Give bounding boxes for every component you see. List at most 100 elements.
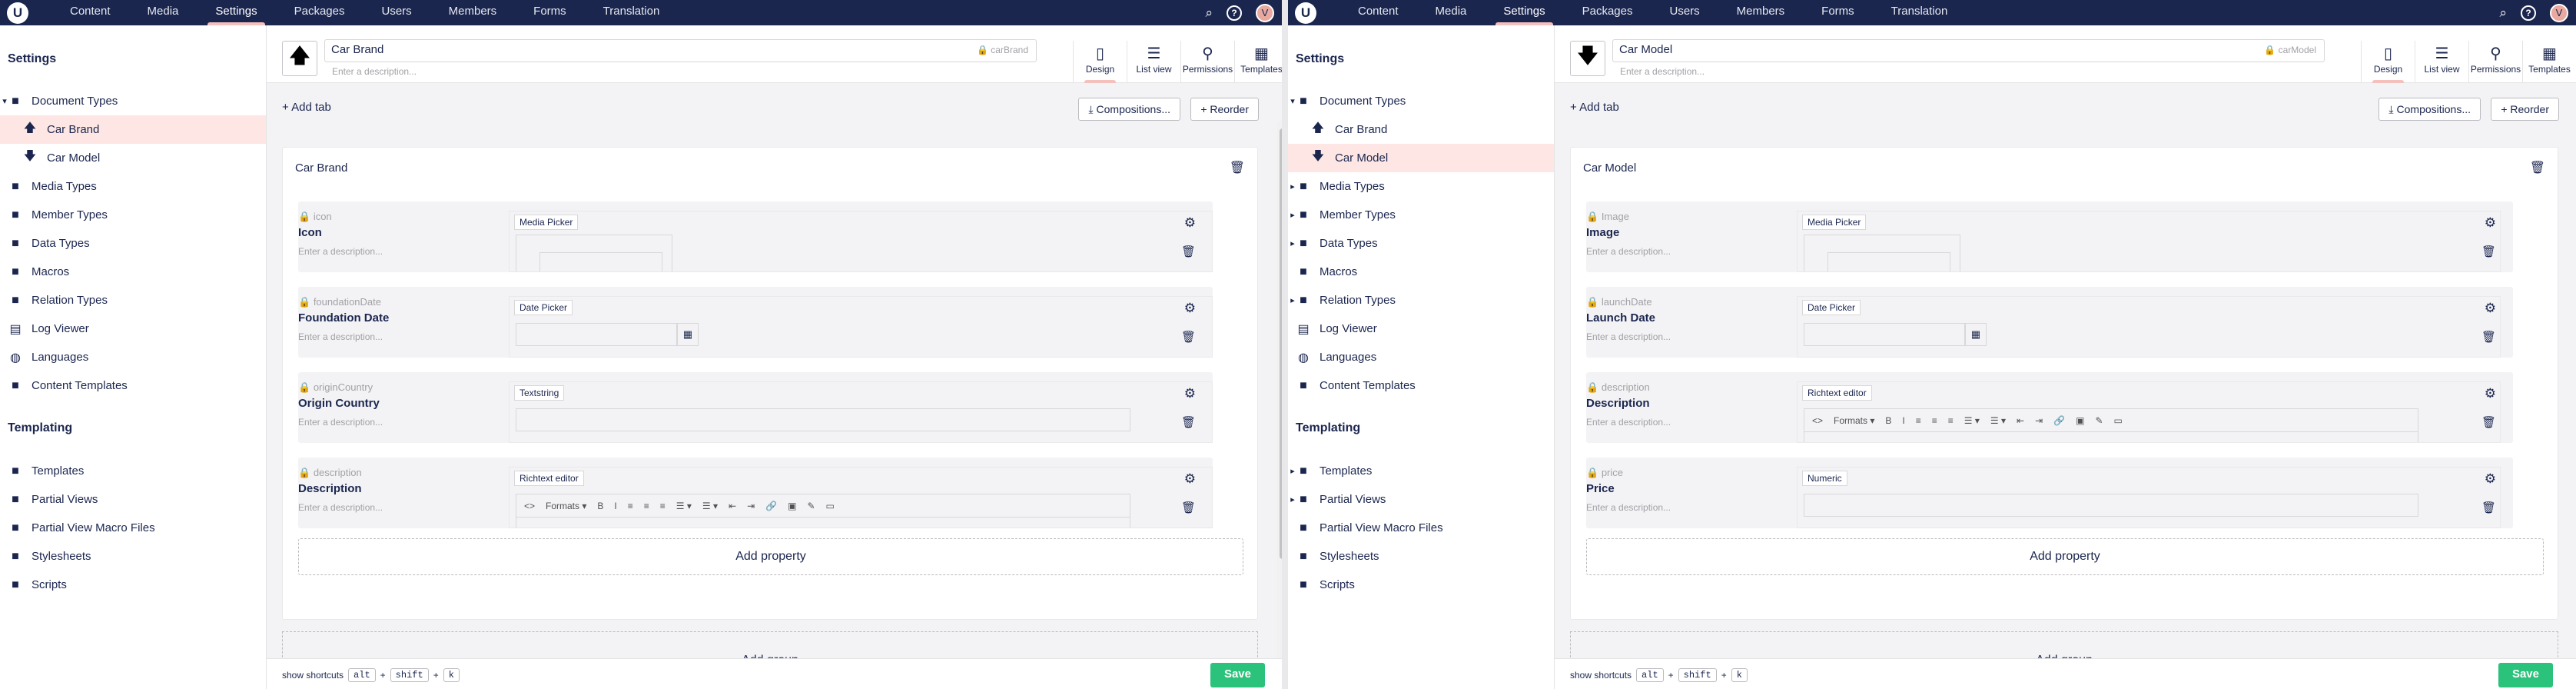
lock-icon[interactable]: 🔒 <box>977 45 988 55</box>
nav-content[interactable]: Content <box>1339 0 1417 25</box>
doc-type-icon-picker[interactable]: 🡅 <box>282 41 317 76</box>
tree-partial-views[interactable]: ▸ ■ Partial Views <box>1288 485 1554 514</box>
nav-translation[interactable]: Translation <box>1873 0 1967 25</box>
add-tab-button[interactable]: + Add tab <box>282 101 331 114</box>
nav-members[interactable]: Members <box>1718 0 1804 25</box>
group-name-input[interactable]: Car Model <box>1583 161 1636 175</box>
tree-media-types[interactable]: ■ Media Types <box>0 172 266 201</box>
lock-icon[interactable]: 🔒 <box>298 381 310 393</box>
trash-icon[interactable]: 🗑 <box>1181 415 1196 429</box>
tree-stylesheets[interactable]: ■ Stylesheets <box>0 542 266 571</box>
scrollbar-thumb[interactable] <box>1280 128 1282 559</box>
property-editor-preview[interactable]: Richtext editor <> Formats ▾ B I ≡ ≡ ≡ ☰… <box>509 467 1213 528</box>
compositions-button[interactable]: ⤓ Compositions... <box>1078 98 1180 121</box>
help-icon[interactable]: ? <box>1227 5 1242 21</box>
nav-packages[interactable]: Packages <box>1564 0 1651 25</box>
lock-icon[interactable]: 🔒 <box>2264 45 2276 55</box>
gear-icon[interactable]: ⚙ <box>1184 471 1196 487</box>
trash-icon[interactable]: 🗑 <box>1181 501 1196 514</box>
help-icon[interactable]: ? <box>2521 5 2536 21</box>
tree-media-types[interactable]: ▸ ■ Media Types <box>1288 172 1554 201</box>
tree-macros[interactable]: ■ Macros <box>1288 258 1554 286</box>
property-editor-preview[interactable]: Media Picker <box>1797 211 2501 272</box>
add-tab-button[interactable]: + Add tab <box>1570 101 1619 114</box>
tree-relation-types[interactable]: ▸ ■ Relation Types <box>1288 286 1554 315</box>
tree-car-model[interactable]: 🡇 Car Model <box>0 144 266 172</box>
property-editor-preview[interactable]: Date Picker ▦ <box>509 296 1213 358</box>
app-list-view[interactable]: ☰ List view <box>1127 41 1180 83</box>
nav-content[interactable]: Content <box>51 0 129 25</box>
property-editor-preview[interactable]: Textstring <box>509 381 1213 443</box>
nav-media[interactable]: Media <box>129 0 198 25</box>
tree-partial-view-macro-files[interactable]: ■ Partial View Macro Files <box>0 514 266 542</box>
tree-car-model[interactable]: 🡇 Car Model <box>1288 144 1554 172</box>
app-permissions[interactable]: ⚲ Permissions <box>2468 41 2522 83</box>
tree-content-templates[interactable]: ■ Content Templates <box>1288 371 1554 400</box>
nav-settings[interactable]: Settings <box>1485 0 1563 25</box>
tree-stylesheets[interactable]: ■ Stylesheets <box>1288 542 1554 571</box>
gear-icon[interactable]: ⚙ <box>2485 386 2496 401</box>
nav-users[interactable]: Users <box>1651 0 1718 25</box>
tree-data-types[interactable]: ■ Data Types <box>0 229 266 258</box>
tree-log-viewer[interactable]: ▤ Log Viewer <box>1288 315 1554 343</box>
tree-car-brand[interactable]: 🡅 Car Brand <box>1288 115 1554 144</box>
reorder-button[interactable]: + Reorder <box>2491 98 2559 121</box>
nav-forms[interactable]: Forms <box>515 0 585 25</box>
trash-icon[interactable]: 🗑 <box>2481 415 2496 429</box>
shortcuts-hint[interactable]: show shortcuts alt + shift + k <box>282 668 460 682</box>
tree-member-types[interactable]: ▸ ■ Member Types <box>1288 201 1554 229</box>
tree-templates[interactable]: ■ Templates <box>0 457 266 485</box>
trash-icon[interactable]: 🗑 <box>2481 245 2496 258</box>
property-editor-preview[interactable]: Date Picker ▦ <box>1797 296 2501 358</box>
tree-content-templates[interactable]: ■ Content Templates <box>0 371 266 400</box>
search-icon[interactable]: ⌕ <box>1205 5 1213 21</box>
doc-description-input[interactable]: Enter a description... <box>332 66 417 77</box>
doc-type-name-input[interactable]: Car Brand 🔒 carBrand <box>324 39 1037 62</box>
gear-icon[interactable]: ⚙ <box>1184 215 1196 231</box>
tree-scripts[interactable]: ■ Scripts <box>0 571 266 599</box>
gear-icon[interactable]: ⚙ <box>1184 301 1196 316</box>
nav-media[interactable]: Media <box>1417 0 1486 25</box>
app-templates[interactable]: ▦ Templates <box>2522 41 2576 83</box>
tree-scripts[interactable]: ■ Scripts <box>1288 571 1554 599</box>
trash-icon[interactable]: 🗑 <box>1181 245 1196 258</box>
nav-forms[interactable]: Forms <box>1803 0 1873 25</box>
group-name-input[interactable]: Car Brand <box>295 161 347 175</box>
shortcuts-hint[interactable]: show shortcuts alt + shift + k <box>1570 668 1748 682</box>
trash-icon[interactable]: 🗑 <box>2481 501 2496 514</box>
nav-settings[interactable]: Settings <box>197 0 275 25</box>
lock-icon[interactable]: 🔒 <box>298 467 310 478</box>
lock-icon[interactable]: 🔒 <box>1586 467 1598 478</box>
app-templates[interactable]: ▦ Templates <box>1234 41 1282 83</box>
avatar[interactable]: V <box>1256 3 1274 22</box>
nav-members[interactable]: Members <box>430 0 516 25</box>
search-icon[interactable]: ⌕ <box>2499 5 2507 21</box>
tree-data-types[interactable]: ▸ ■ Data Types <box>1288 229 1554 258</box>
tree-member-types[interactable]: ■ Member Types <box>0 201 266 229</box>
gear-icon[interactable]: ⚙ <box>1184 386 1196 401</box>
gear-icon[interactable]: ⚙ <box>2485 471 2496 487</box>
lock-icon[interactable]: 🔒 <box>298 211 310 222</box>
lock-icon[interactable]: 🔒 <box>1586 211 1598 222</box>
doc-type-icon-picker[interactable]: 🡇 <box>1570 41 1605 76</box>
save-button[interactable]: Save <box>1210 663 1265 687</box>
doc-description-input[interactable]: Enter a description... <box>1620 66 1705 77</box>
add-property-button[interactable]: Add property <box>1586 538 2544 575</box>
trash-icon[interactable]: 🗑 <box>1230 160 1245 175</box>
nav-packages[interactable]: Packages <box>276 0 363 25</box>
add-property-button[interactable]: Add property <box>298 538 1243 575</box>
property-editor-preview[interactable]: Richtext editor <> Formats ▾ B I ≡ ≡ ≡ ☰… <box>1797 381 2501 443</box>
save-button[interactable]: Save <box>2498 663 2553 687</box>
tree-languages[interactable]: ◍ Languages <box>1288 343 1554 371</box>
tree-document-types[interactable]: ▾ ■ Document Types <box>1288 87 1554 115</box>
property-editor-preview[interactable]: Media Picker <box>509 211 1213 272</box>
tree-languages[interactable]: ◍ Languages <box>0 343 266 371</box>
lock-icon[interactable]: 🔒 <box>298 296 310 308</box>
reorder-button[interactable]: + Reorder <box>1190 98 1259 121</box>
app-design[interactable]: ▯ Design <box>1073 41 1127 83</box>
trash-icon[interactable]: 🗑 <box>2530 160 2545 175</box>
lock-icon[interactable]: 🔒 <box>1586 381 1598 393</box>
gear-icon[interactable]: ⚙ <box>2485 215 2496 231</box>
property-editor-preview[interactable]: Numeric <box>1797 467 2501 528</box>
gear-icon[interactable]: ⚙ <box>2485 301 2496 316</box>
